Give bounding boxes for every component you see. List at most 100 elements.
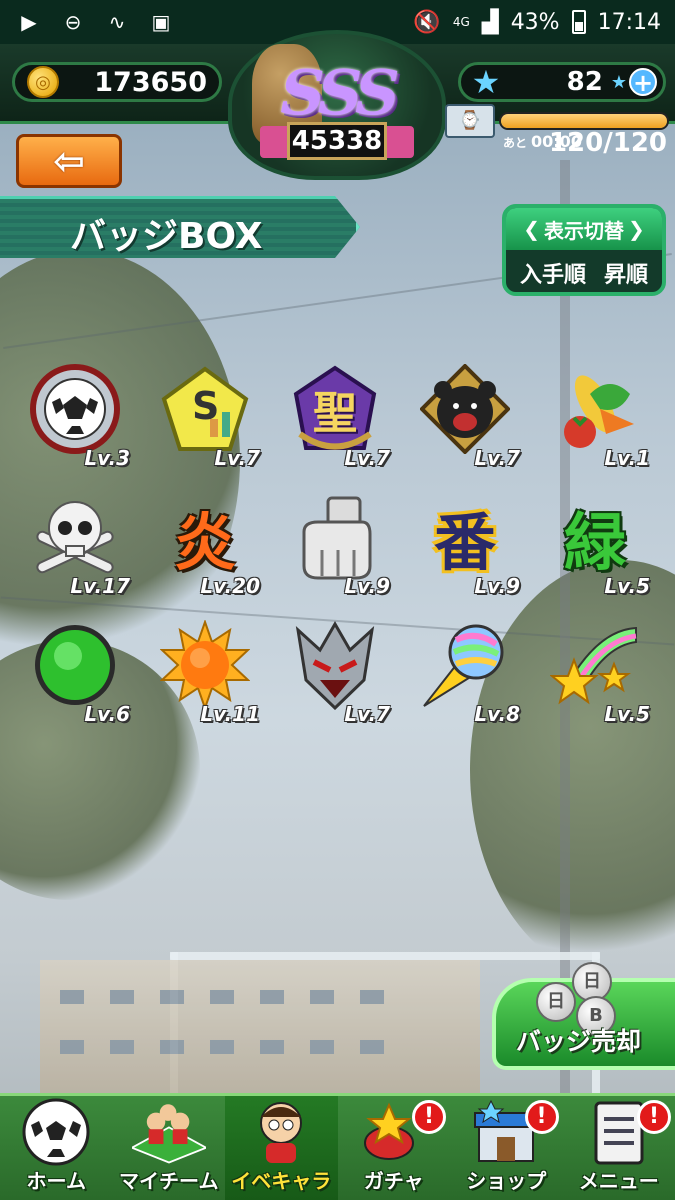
- stamina-count: 120/120: [548, 128, 667, 158]
- badge-level: Lv.5: [604, 574, 650, 598]
- stamina-icon: ⌚: [445, 104, 495, 138]
- flame-kanji-badge-icon: 炎: [160, 492, 250, 582]
- bottom-navigation: ホーム マイチーム イベキャラ ! ガチャ ! ショップ ! メニュー: [0, 1093, 675, 1200]
- back-button[interactable]: ⇦: [16, 134, 122, 188]
- event-character-icon: [244, 1100, 318, 1164]
- nav-label: ホーム: [26, 1169, 86, 1193]
- sell-badges-button[interactable]: 日 日 B バッジ売却: [492, 962, 675, 1070]
- rainbow-ball-badge-icon: [420, 620, 510, 710]
- badge-level: Lv.7: [344, 702, 390, 726]
- ban-kanji: 番: [433, 506, 496, 579]
- holy-kanji: 聖: [313, 388, 357, 439]
- rank-emblem[interactable]: SSS 45338: [228, 30, 446, 180]
- star-value: 82: [566, 67, 603, 97]
- sort-toggle-button[interactable]: ❮ 表示切替 ❯ 入手順 昇順: [502, 204, 666, 296]
- badge-level: Lv.9: [344, 574, 390, 598]
- signal-icon: ▟: [481, 9, 499, 35]
- video-icon: ▶: [21, 10, 37, 34]
- badge-item[interactable]: Lv.7: [410, 360, 520, 470]
- stamina-meter: ⌚ あと 00:00 120/120: [445, 104, 673, 158]
- sort-order-by: 入手順: [519, 263, 586, 288]
- flame-kanji: 炎: [173, 506, 236, 579]
- do-not-disturb-icon: ⊖: [64, 10, 82, 34]
- soccer-ball-badge-icon: [30, 364, 120, 454]
- gauntlet-badge-icon: [290, 492, 380, 582]
- stamina-bar-fill: [501, 114, 667, 128]
- nav-home[interactable]: ホーム: [0, 1096, 113, 1200]
- holy-kanji-badge-icon: 聖: [290, 364, 380, 454]
- badge-level: Lv.1: [604, 446, 650, 470]
- sort-toggle-header: ❮ 表示切替 ❯: [506, 208, 662, 250]
- chevron-left-icon: ❮: [523, 217, 540, 241]
- mute-icon: 🔇: [413, 9, 441, 35]
- badge-item[interactable]: Lv.7: [280, 616, 390, 726]
- nav-shop[interactable]: ! ショップ: [450, 1096, 563, 1200]
- sort-direction: 昇順: [604, 263, 649, 288]
- badge-level: Lv.7: [344, 446, 390, 470]
- badge-level: Lv.3: [84, 446, 130, 470]
- clock: 17:14: [597, 9, 661, 35]
- nav-my-team[interactable]: マイチーム: [113, 1096, 226, 1200]
- ban-kanji-badge-icon: 番: [420, 492, 510, 582]
- stamina-timer-label: あと: [503, 136, 528, 150]
- battery-icon: [571, 10, 586, 34]
- shooting-stars-badge-icon: [550, 620, 640, 710]
- badge-level: Lv.6: [84, 702, 130, 726]
- nav-gacha[interactable]: ! ガチャ: [338, 1096, 451, 1200]
- team-icon: [131, 1100, 206, 1164]
- network-type: 4G: [452, 15, 470, 29]
- nav-label: メニュー: [578, 1169, 659, 1193]
- coin-counter: ◎ 173650: [12, 62, 222, 102]
- battery-percent: 43%: [510, 9, 560, 35]
- armor-mask-badge-icon: [290, 620, 380, 710]
- menu-alert-badge: !: [637, 1100, 671, 1134]
- badge-item[interactable]: Lv.9: [280, 488, 390, 598]
- image-icon: ▣: [151, 10, 171, 34]
- nav-label: マイチーム: [119, 1169, 219, 1193]
- coin-icon: ◎: [27, 66, 59, 98]
- rank-grade: SSS: [280, 56, 400, 129]
- star-icon: ★: [471, 63, 501, 101]
- badge-item[interactable]: 緑 Lv.5: [540, 488, 650, 598]
- badge-level: Lv.7: [474, 446, 520, 470]
- nav-event-character[interactable]: イベキャラ: [225, 1096, 338, 1200]
- nav-label: イベキャラ: [231, 1169, 332, 1193]
- sun-badge-icon: [160, 620, 250, 710]
- nav-label: ガチャ: [363, 1169, 424, 1193]
- nav-menu[interactable]: ! メニュー: [563, 1096, 675, 1200]
- badge-level: Lv.11: [200, 702, 260, 726]
- badge-item[interactable]: S Lv.7: [150, 360, 260, 470]
- badge-item[interactable]: Lv.3: [20, 360, 130, 470]
- badge-item[interactable]: Lv.6: [20, 616, 130, 726]
- page-title: バッジBOX: [70, 216, 263, 257]
- chevron-right-icon: ❯: [628, 217, 645, 241]
- sell-badges-label: バッジ売却: [516, 1027, 642, 1056]
- title-banner: バッジBOX: [0, 196, 360, 258]
- badge-item[interactable]: Lv.8: [410, 616, 520, 726]
- money-chart-badge-icon: S: [160, 364, 250, 454]
- badge-item[interactable]: 聖 Lv.7: [280, 360, 390, 470]
- activity-icon: ∿: [108, 10, 126, 34]
- badge-item[interactable]: Lv.11: [150, 616, 260, 726]
- add-stars-button[interactable]: +: [629, 68, 657, 96]
- back-arrow-icon: ⇦: [53, 139, 85, 183]
- skull-badge-icon: [30, 492, 120, 582]
- nav-label: ショップ: [466, 1169, 547, 1193]
- green-orb-badge-icon: [30, 620, 120, 710]
- sort-toggle-label: 表示切替: [544, 218, 624, 243]
- star-counter: ★ 82 ★ +: [458, 62, 666, 102]
- sort-toggle-body: 入手順 昇順: [506, 250, 662, 292]
- badge-level: Lv.5: [604, 702, 650, 726]
- badge-item[interactable]: 番 Lv.9: [410, 488, 520, 598]
- shop-alert-badge: !: [524, 1100, 559, 1134]
- soccer-ball-icon: [19, 1098, 93, 1166]
- badge-item[interactable]: 炎 Lv.20: [150, 488, 260, 598]
- coin-value: 173650: [94, 66, 207, 98]
- badge-level: Lv.20: [200, 574, 260, 598]
- badge-item[interactable]: Lv.1: [540, 360, 650, 470]
- badge-level: Lv.9: [474, 574, 520, 598]
- green-kanji: 緑: [563, 506, 626, 579]
- bear-badge-icon: [420, 364, 510, 454]
- badge-item[interactable]: Lv.17: [20, 488, 130, 598]
- badge-item[interactable]: Lv.5: [540, 616, 650, 726]
